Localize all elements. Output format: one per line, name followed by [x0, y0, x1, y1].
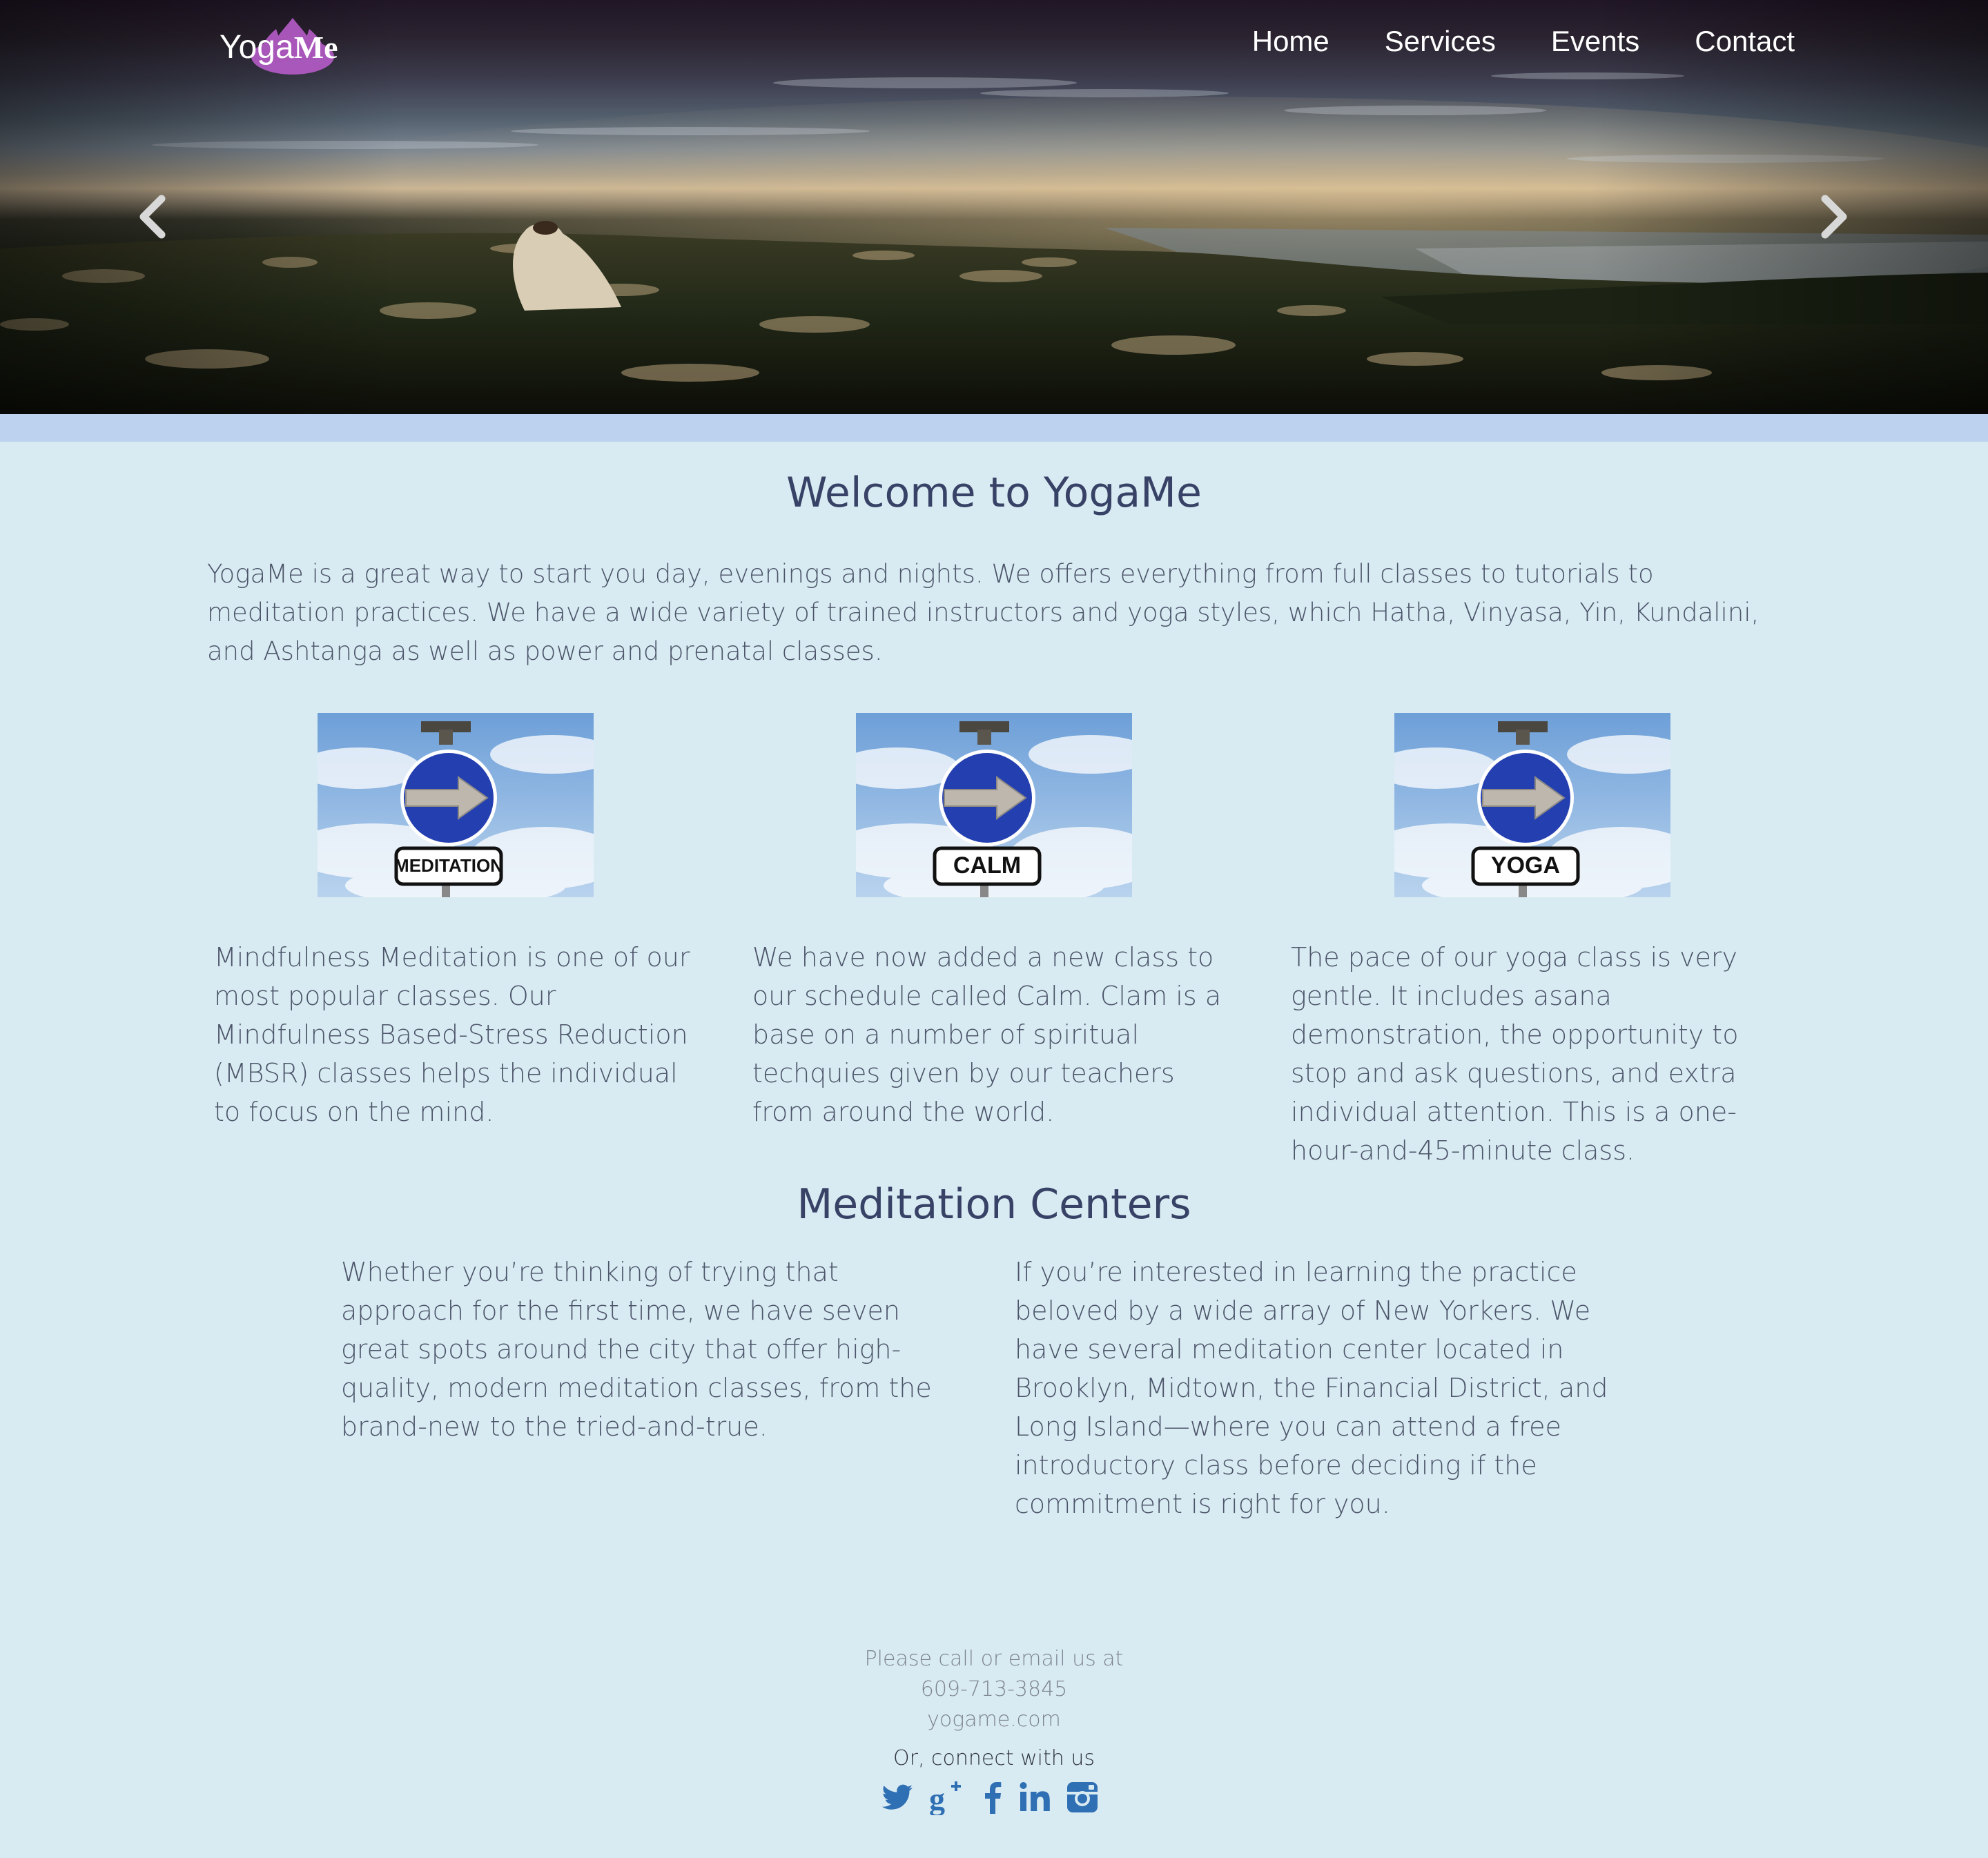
section-divider-strip	[0, 414, 1988, 442]
google-plus-link[interactable]: g	[928, 1779, 964, 1815]
yoga-sign-graphic: YOGA	[1394, 713, 1670, 897]
meditation-sign-graphic: MEDITATION	[318, 713, 594, 897]
welcome-title: Welcome to YogaMe	[786, 469, 1202, 517]
welcome-intro: YogaMe is a great way to start you day, …	[207, 559, 1760, 666]
calm-sign-label: CALM	[953, 852, 1021, 879]
yoga-card-text: The pace of our yoga class is very gentl…	[1291, 942, 1739, 1166]
carousel-next-button[interactable]	[1817, 195, 1851, 239]
instagram-icon	[1067, 1782, 1098, 1812]
meditation-card-text: Mindfulness Meditation is one of our mos…	[214, 942, 690, 1127]
yogame-logo[interactable]: YogaMe	[220, 18, 344, 77]
logo-text-bold: Me	[293, 30, 338, 65]
meditation-sign-image: MEDITATION	[318, 713, 594, 897]
linkedin-link[interactable]	[1017, 1779, 1053, 1815]
facebook-link[interactable]	[976, 1779, 1012, 1815]
twitter-icon	[881, 1784, 913, 1810]
chevron-left-icon	[139, 195, 166, 239]
nav-events[interactable]: Events	[1551, 21, 1639, 62]
centers-left-text: Whether you’re thinking of trying that a…	[341, 1257, 932, 1442]
calm-sign-graphic: CALM	[856, 713, 1132, 897]
yoga-sign-label: YOGA	[1491, 852, 1560, 879]
calm-card-text: We have now added a new class to our sch…	[752, 942, 1222, 1127]
nav-contact[interactable]: Contact	[1695, 21, 1795, 62]
footer-contact-intro: Please call or email us at	[864, 1647, 1124, 1671]
chevron-right-icon	[1821, 195, 1847, 239]
svg-text:g: g	[929, 1781, 945, 1815]
facebook-icon	[985, 1782, 1002, 1814]
centers-title: Meditation Centers	[797, 1180, 1191, 1229]
footer-phone[interactable]: 609-713-3845	[0, 1674, 1988, 1705]
instagram-link[interactable]	[1064, 1779, 1100, 1815]
main-nav: Home Services Events Contact	[1242, 21, 1795, 62]
carousel-prev-button[interactable]	[135, 195, 170, 239]
footer-connect-label: Or, connect with us	[893, 1746, 1095, 1770]
nav-services[interactable]: Services	[1385, 21, 1496, 62]
footer-website[interactable]: yogame.com	[0, 1705, 1988, 1735]
linkedin-icon	[1020, 1782, 1050, 1811]
nav-home[interactable]: Home	[1252, 21, 1329, 62]
meditation-sign-label: MEDITATION	[394, 855, 503, 876]
twitter-link[interactable]	[879, 1779, 915, 1815]
logo-text: YogaMe	[220, 25, 338, 70]
calm-sign-image: CALM	[856, 713, 1132, 897]
hero-carousel: YogaMe Home Services Events Contact	[0, 0, 1988, 414]
centers-right-text: If you’re interested in learning the pra…	[1015, 1257, 1608, 1519]
social-links: g	[879, 1779, 1109, 1817]
logo-text-regular: Yoga	[220, 29, 294, 66]
google-plus-icon: g	[929, 1781, 961, 1815]
yoga-sign-image: YOGA	[1394, 713, 1670, 897]
